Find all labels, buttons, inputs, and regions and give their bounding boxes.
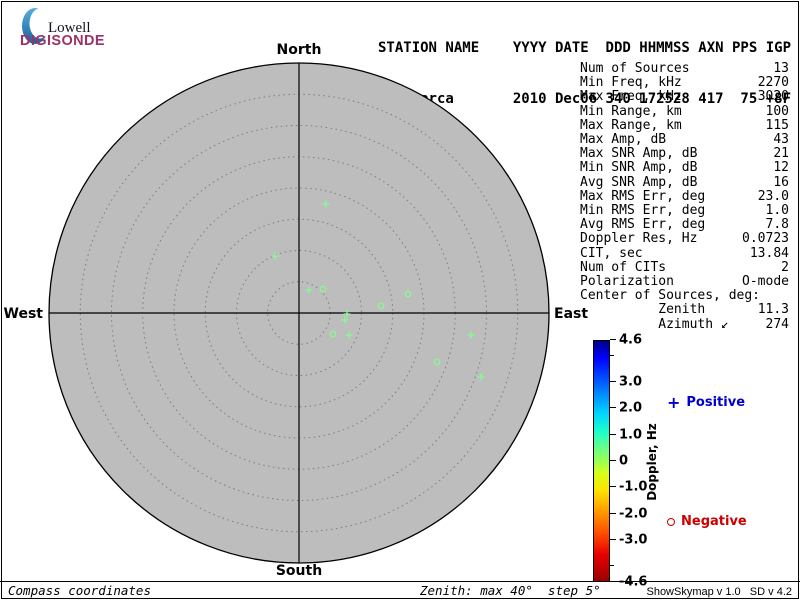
- stats-label: Min Freq, kHz: [580, 75, 682, 91]
- stats-value: 21: [773, 146, 789, 162]
- colorbar-tick: [610, 433, 616, 435]
- stats-value: 16: [773, 174, 789, 190]
- colorbar-tick-label: 0: [619, 453, 629, 469]
- stats-value: 2270: [757, 75, 789, 91]
- statistics-panel: Num of Sources 13 Min Freq, kHz 2270 Max Fre…: [580, 61, 789, 332]
- compass-label-north: North: [276, 42, 322, 58]
- stats-value: 13: [773, 61, 789, 76]
- coordinate-system-label: Compass coordinates: [8, 583, 151, 598]
- stats-value: 13.84: [749, 245, 789, 261]
- software-version-label: ShowSkymap v 1.0 SD v 4.2: [646, 586, 792, 598]
- colorbar-tick-label: 1.0: [619, 427, 643, 443]
- legend-positive: + Positive: [667, 393, 746, 412]
- stats-label: Max Freq, kHz: [580, 89, 682, 105]
- footer-divider: [0, 581, 800, 582]
- stats-value: 12: [773, 160, 789, 176]
- stats-row: Max SNR Amp, dB 21: [580, 147, 789, 161]
- colorbar-tick: [610, 538, 616, 540]
- stats-label: Zenith: [580, 302, 706, 318]
- stats-label: Max SNR Amp, dB: [580, 146, 698, 162]
- legend-positive-label: Positive: [686, 395, 746, 410]
- stats-label: CIT, sec: [580, 245, 643, 261]
- stats-label: Avg RMS Err, deg: [580, 217, 706, 233]
- stats-row: Center of Sources, deg:: [580, 289, 789, 303]
- zenith-scale-label: Zenith: max 40° step 5°: [420, 583, 601, 598]
- stats-value: 1.0: [765, 203, 789, 219]
- colorbar-axis-label: Doppler, Hz: [645, 423, 659, 501]
- colorbar-tick-label: -1.0: [619, 479, 648, 495]
- stats-value: 100: [765, 103, 789, 119]
- colorbar-tick: [610, 381, 616, 383]
- colorbar-tick: [610, 407, 616, 409]
- colorbar-tick: [610, 486, 616, 488]
- colorbar-tick-label: -4.6: [619, 574, 648, 590]
- stats-value: 0.0723: [742, 231, 789, 247]
- colorbar-minor-tick: [610, 565, 614, 567]
- stats-label: Num of CITs: [580, 259, 667, 275]
- compass-label-west: West: [3, 306, 43, 322]
- stats-value: 23.0: [757, 188, 789, 204]
- colorbar-tick-label: 4.6: [619, 332, 643, 348]
- stats-row: CIT, sec 13.84: [580, 245, 789, 261]
- stats-row: Num of Sources 13: [580, 61, 789, 76]
- stats-row: Min Range, km 100: [580, 103, 789, 119]
- legend-negative: Negative: [667, 514, 747, 529]
- doppler-colorbar: [593, 340, 610, 582]
- stats-row: Max Freq, kHz 3020: [580, 90, 789, 104]
- stats-label: Doppler Res, Hz: [580, 231, 698, 247]
- stats-row: Min SNR Amp, dB 12: [580, 161, 789, 175]
- stats-row: Max RMS Err, deg 23.0: [580, 188, 789, 204]
- stats-row: Zenith 11.3: [580, 303, 789, 317]
- stats-row: Avg RMS Err, deg 7.8: [580, 218, 789, 232]
- stats-row: Max Range, km 115: [580, 117, 789, 133]
- stats-value: 11.3: [757, 302, 789, 318]
- compass-label-south: South: [275, 563, 323, 579]
- stats-value: 7.8: [765, 217, 789, 233]
- stats-label: Avg SNR Amp, dB: [580, 174, 698, 190]
- stats-label: Min SNR Amp, dB: [580, 160, 698, 176]
- stats-label: Min Range, km: [580, 103, 682, 119]
- colorbar-tick: [610, 339, 616, 340]
- colorbar-tick-label: 2.0: [619, 400, 643, 416]
- stats-value: O-mode: [742, 274, 789, 290]
- stats-label: Num of Sources: [580, 61, 690, 76]
- stats-row: Azimuth ↙ 274: [580, 316, 789, 332]
- stats-value: 274: [765, 316, 789, 332]
- colorbar-minor-tick: [610, 354, 614, 356]
- stats-label: Azimuth ↙: [580, 316, 729, 332]
- stats-label: Center of Sources, deg:: [580, 288, 761, 304]
- colorbar-tick-label: -2.0: [619, 506, 648, 522]
- stats-row: Avg SNR Amp, dB 16: [580, 174, 789, 190]
- stats-value: 3020: [757, 89, 789, 105]
- stats-value: 2: [781, 259, 789, 275]
- stats-label: Min RMS Err, deg: [580, 203, 706, 219]
- stats-row: Min RMS Err, deg 1.0: [580, 203, 789, 219]
- stats-row: Min Freq, kHz 2270: [580, 76, 789, 90]
- stats-value: 43: [773, 132, 789, 148]
- stats-row: Doppler Res, Hz 0.0723: [580, 232, 789, 246]
- stats-label: Max RMS Err, deg: [580, 188, 706, 204]
- colorbar-tick-label: 3.0: [619, 374, 643, 390]
- stats-label: Max Range, km: [580, 117, 682, 133]
- colorbar-tick-label: -3.0: [619, 532, 648, 548]
- legend-negative-label: Negative: [681, 514, 747, 529]
- plus-marker-icon: +: [667, 393, 681, 412]
- colorbar-tick: [610, 460, 616, 461]
- colorbar-tick: [610, 512, 616, 514]
- stats-label: Polarization: [580, 274, 674, 290]
- stats-row: Polarization O-mode: [580, 274, 789, 290]
- stats-row: Max Amp, dB 43: [580, 132, 789, 148]
- stats-label: Max Amp, dB: [580, 132, 667, 148]
- circle-marker-icon: [667, 517, 675, 526]
- stats-row: Num of CITs 2: [580, 259, 789, 275]
- stats-value: 115: [765, 117, 789, 133]
